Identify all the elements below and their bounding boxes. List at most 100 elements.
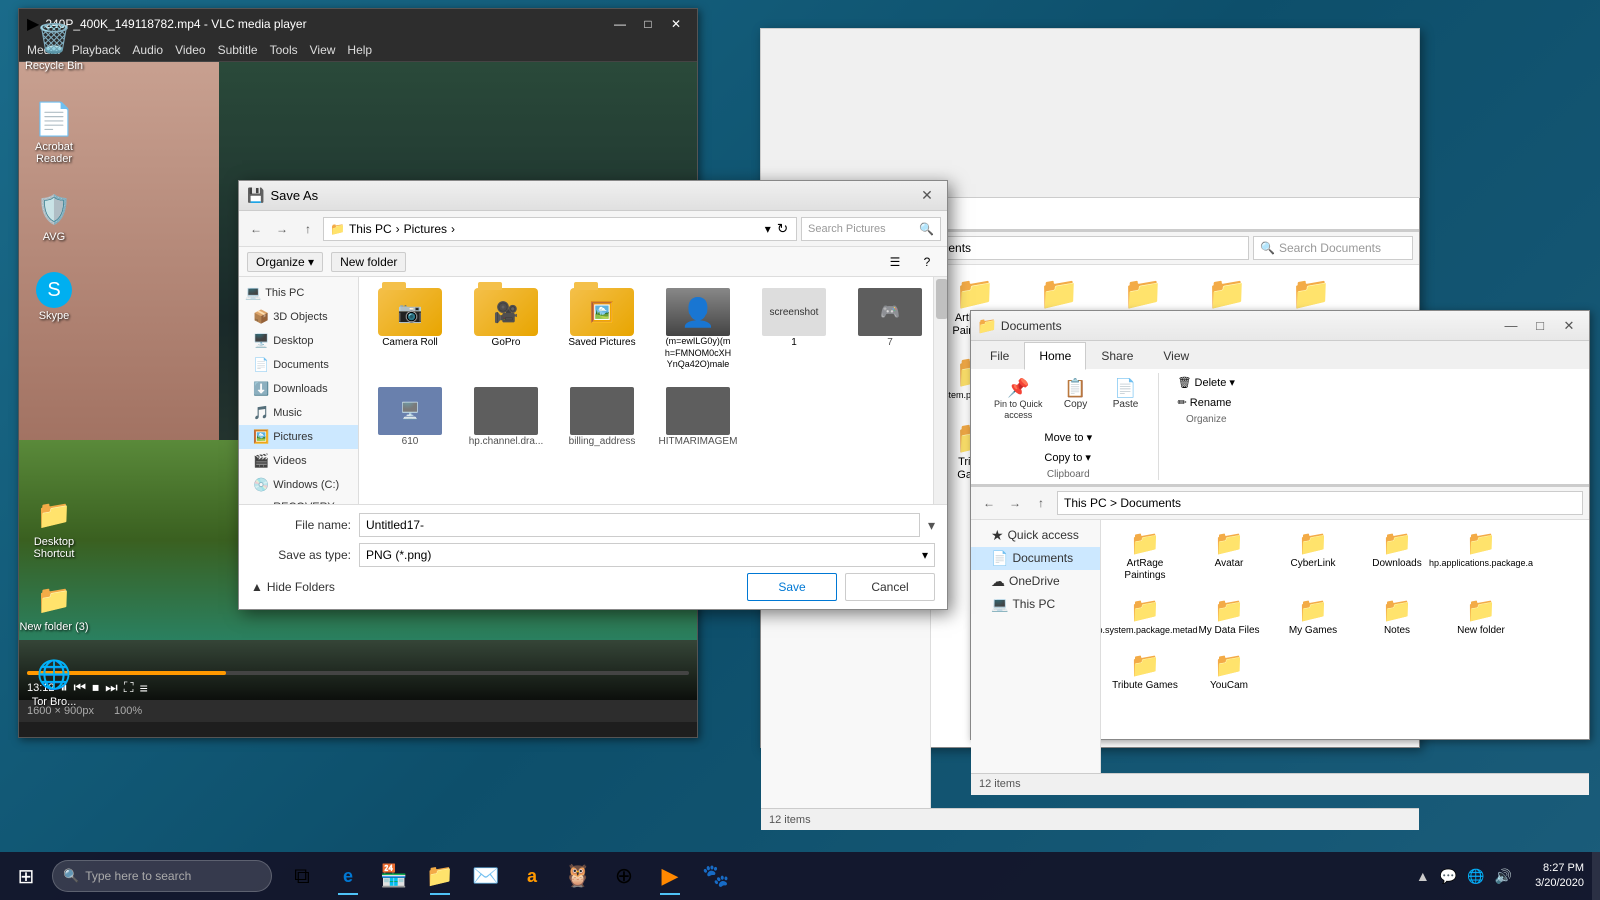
dialog-sidebar-this-pc[interactable]: 💻 This PC	[239, 281, 358, 305]
dialog-file-person-img[interactable]: 👤 (m=ewILG0y)(m h=FMNOM0cXH YnQa42O)male	[653, 283, 743, 376]
dialog-save-button[interactable]: Save	[747, 573, 837, 601]
desktop-icon-tor[interactable]: 🌐 Tor Bro...	[14, 650, 94, 712]
fe-small-tab-home[interactable]: Home	[1024, 342, 1086, 370]
taskbar-clock[interactable]: 8:27 PM 3/20/2020	[1527, 861, 1592, 892]
fe-small-rename[interactable]: ✏ Rename	[1171, 393, 1242, 412]
dialog-file-gopro[interactable]: 🎥 GoPro	[461, 283, 551, 376]
desktop-icon-avg[interactable]: 🛡️ AVG	[14, 185, 94, 247]
vlc-next-btn[interactable]: ⏭	[105, 679, 118, 696]
fe-small-file-notes[interactable]: 📁 Notes	[1357, 591, 1437, 642]
vlc-menu-view[interactable]: View	[310, 43, 336, 57]
fe-small-sidebar-this-pc[interactable]: 💻 This PC	[971, 593, 1100, 616]
dialog-file-saved-pictures[interactable]: 🖼️ Saved Pictures	[557, 283, 647, 376]
taskbar-vlc[interactable]: ▶	[648, 854, 692, 898]
dialog-hide-folders-btn[interactable]: ▲ Hide Folders	[251, 580, 335, 594]
dialog-sidebar-videos[interactable]: 🎬 Videos	[239, 449, 358, 473]
fe-small-tribute[interactable]: 📁 Tribute Games	[1105, 646, 1185, 697]
fe-small-sidebar-docs[interactable]: 📄 Documents	[971, 547, 1100, 570]
desktop-icon-new-folder[interactable]: 📁 New folder (3)	[14, 575, 94, 637]
fe-small-file-downloads[interactable]: 📁 Downloads	[1357, 524, 1437, 587]
fe-small-new-items[interactable]: 📁 New folder	[1441, 591, 1521, 642]
systray-msg[interactable]: 💬	[1437, 866, 1460, 887]
fe-small-copy[interactable]: 📋 Copy	[1052, 373, 1100, 416]
dialog-organize-btn[interactable]: Organize ▾	[247, 252, 323, 272]
fe-small-address-input[interactable]: This PC > Documents	[1057, 491, 1583, 515]
dialog-refresh-btn[interactable]: ↻	[775, 221, 790, 237]
fe-small-paste[interactable]: 📄 Paste	[1102, 373, 1150, 416]
vlc-fullscreen-btn[interactable]: ⛶	[124, 679, 134, 696]
taskbar-tripadvisor[interactable]: 🦉	[556, 854, 600, 898]
dialog-back-btn[interactable]: ←	[245, 218, 267, 240]
fe-small-file-cyberlink[interactable]: 📁 CyberLink	[1273, 524, 1353, 587]
dialog-file-hitman[interactable]: HITMARIMAGEM	[653, 382, 743, 453]
fe-small-close[interactable]: ✕	[1555, 313, 1583, 339]
taskbar-app1[interactable]: ⊕	[602, 854, 646, 898]
vlc-menu-video[interactable]: Video	[175, 43, 205, 57]
vlc-menu-help[interactable]: Help	[347, 43, 372, 57]
vlc-menu-subtitle[interactable]: Subtitle	[218, 43, 258, 57]
desktop-icon-acrobat[interactable]: 📄 Acrobat Reader	[14, 95, 94, 169]
taskbar-edge[interactable]: e	[326, 854, 370, 898]
fe-small-pin-quick-access[interactable]: 📌 Pin to Quickaccess	[987, 373, 1050, 426]
vlc-settings-btn[interactable]: ≡	[140, 680, 148, 696]
dialog-up-btn[interactable]: ↑	[297, 218, 319, 240]
dialog-help-btn[interactable]: ?	[915, 251, 939, 273]
fe-small-move-to[interactable]: Move to ▾	[1037, 428, 1099, 447]
dialog-file-610[interactable]: 🖥️ 610	[365, 382, 455, 453]
dialog-file-billing[interactable]: billing_address	[557, 382, 647, 453]
fe-small-youcam[interactable]: 📁 YouCam	[1189, 646, 1269, 697]
dialog-view-icon[interactable]: ☰	[883, 251, 907, 273]
taskbar-app2[interactable]: 🐾	[694, 854, 738, 898]
fe-small-file-avatar[interactable]: 📁 Avatar	[1189, 524, 1269, 587]
dialog-sidebar-pictures[interactable]: 🖼️ Pictures	[239, 425, 358, 449]
dialog-file-1[interactable]: screenshot 1	[749, 283, 839, 376]
dialog-file-hp-channel[interactable]: hp.channel.dra...	[461, 382, 551, 453]
fe-small-file-artrage[interactable]: 📁 ArtRage Paintings	[1105, 524, 1185, 587]
dialog-sidebar-downloads[interactable]: ⬇️ Downloads	[239, 377, 358, 401]
desktop-icon-folder[interactable]: 📁 Desktop Shortcut	[14, 490, 94, 564]
dialog-sidebar-3d-objects[interactable]: 📦 3D Objects	[239, 305, 358, 329]
taskbar-mail[interactable]: ✉️	[464, 854, 508, 898]
vlc-close-btn[interactable]: ✕	[663, 13, 689, 35]
fe-small-quick-access[interactable]: ★ Quick access	[971, 524, 1100, 547]
dialog-scrollbar-thumb[interactable]	[936, 279, 947, 319]
dialog-sidebar-windows-c[interactable]: 💿 Windows (C:)	[239, 473, 358, 497]
taskbar-start-button[interactable]: ⊞	[0, 852, 52, 900]
dialog-file-7[interactable]: 🎮 7	[845, 283, 935, 376]
dialog-sidebar-music[interactable]: 🎵 Music	[239, 401, 358, 425]
dialog-address-bar[interactable]: 📁 This PC › Pictures › ▾ ↻	[323, 217, 797, 241]
dialog-sidebar-desktop[interactable]: 🖥️ Desktop	[239, 329, 358, 353]
fe-small-delete[interactable]: 🗑 Delete ▾	[1171, 373, 1242, 392]
fe-small-up[interactable]: ↑	[1029, 492, 1053, 514]
systray-up-arrow[interactable]: ▲	[1413, 866, 1433, 886]
fe-small-tab-file[interactable]: File	[975, 342, 1024, 370]
fe-small-maximize[interactable]: □	[1526, 313, 1554, 339]
taskbar-search-box[interactable]: 🔍 Type here to search	[52, 860, 272, 892]
fe-small-back[interactable]: ←	[977, 492, 1001, 514]
fe-small-file-my-games[interactable]: 📁 My Games	[1273, 591, 1353, 642]
dialog-forward-btn[interactable]: →	[271, 218, 293, 240]
taskbar-store[interactable]: 🏪	[372, 854, 416, 898]
desktop-icon-recycle[interactable]: 🗑️ Recycle Bin	[14, 14, 94, 76]
systray-network[interactable]: 🌐	[1464, 866, 1487, 887]
dialog-close-btn[interactable]: ✕	[915, 185, 939, 207]
fe-small-sidebar-onedrive[interactable]: ☁ OneDrive	[971, 570, 1100, 593]
dialog-search-box[interactable]: Search Pictures 🔍	[801, 217, 941, 241]
fe-small-minimize[interactable]: —	[1497, 313, 1525, 339]
fe-small-file-my-data[interactable]: 📁 My Data Files	[1189, 591, 1269, 642]
fe-small-tab-view[interactable]: View	[1148, 342, 1204, 370]
fe-small-copy-to[interactable]: Copy to ▾	[1037, 448, 1099, 467]
dialog-address-dropdown[interactable]: ▾	[765, 222, 771, 236]
fe-small-forward[interactable]: →	[1003, 492, 1027, 514]
vlc-minimize-btn[interactable]: —	[607, 13, 633, 35]
dialog-filename-input[interactable]	[359, 513, 920, 537]
dialog-file-camera-roll[interactable]: 📷 Camera Roll	[365, 283, 455, 376]
vlc-maximize-btn[interactable]: □	[635, 13, 661, 35]
dialog-new-folder-btn[interactable]: New folder	[331, 252, 406, 272]
vlc-menu-tools[interactable]: Tools	[270, 43, 298, 57]
dialog-cancel-button[interactable]: Cancel	[845, 573, 935, 601]
fe-small-tab-share[interactable]: Share	[1086, 342, 1148, 370]
fe-small-file-hp-app[interactable]: 📁 hp.applications.package.a	[1441, 524, 1521, 587]
fe-small-file-hp-sys[interactable]: 📁 hp.system.package.metad	[1105, 591, 1185, 642]
dialog-sidebar-documents[interactable]: 📄 Documents	[239, 353, 358, 377]
